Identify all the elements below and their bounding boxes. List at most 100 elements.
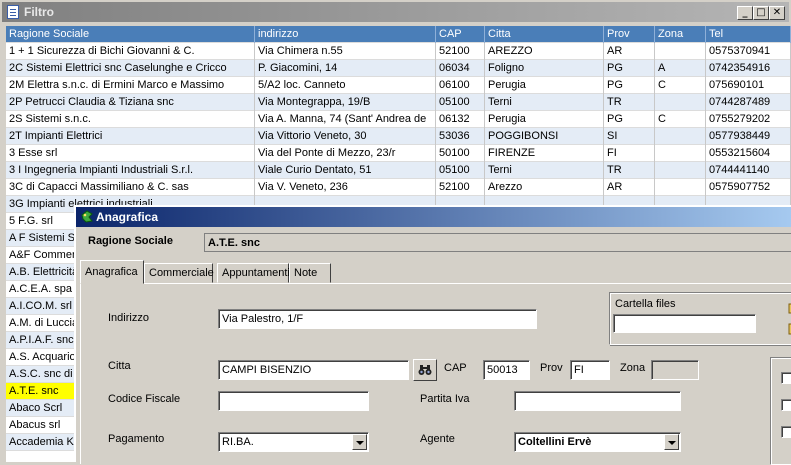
cell-prov: AR <box>604 179 655 196</box>
column-header-citta[interactable]: Citta <box>485 26 604 43</box>
codice-fiscale-label: Codice Fiscale <box>108 393 181 405</box>
ragione-sociale-field[interactable]: A.T.E. snc <box>204 233 791 252</box>
cell-zona: C <box>655 111 706 128</box>
cell-zona <box>655 94 706 111</box>
prov-field[interactable]: FI <box>570 360 610 380</box>
column-header-tel[interactable]: Tel <box>706 26 791 43</box>
cell-cap: 06034 <box>436 60 485 77</box>
folder-icon[interactable] <box>787 300 791 340</box>
cell-indirizzo: Via Montegrappa, 19/B <box>255 94 436 111</box>
cell-citta: AREZZO <box>485 43 604 60</box>
search-citta-button[interactable] <box>413 359 437 381</box>
agente-select[interactable]: Coltellini Ervè <box>514 432 681 452</box>
cell-ragione-sociale: 2M Elettra s.n.c. di Ermini Marco e Mass… <box>6 77 255 94</box>
table-row[interactable]: 2S Sistemi s.n.c. Via A. Manna, 74 (Sant'… <box>6 111 791 128</box>
cell-tel: 0575907752 <box>706 179 791 196</box>
citta-field[interactable]: CAMPI BISENZIO <box>218 360 409 380</box>
cell-citta: Perugia <box>485 111 604 128</box>
option-checkbox-1[interactable] <box>781 372 791 384</box>
option-checkbox-3[interactable] <box>781 426 791 438</box>
partita-iva-label: Partita Iva <box>420 393 470 405</box>
cell-indirizzo: Via A. Manna, 74 (Sant' Andrea de <box>255 111 436 128</box>
zona-field[interactable] <box>651 360 699 380</box>
tab-appuntamenti[interactable]: Appuntamenti <box>217 263 290 283</box>
maximize-button[interactable]: □ <box>753 6 769 20</box>
option-checkbox-2[interactable] <box>781 399 791 411</box>
chevron-down-icon[interactable] <box>352 434 367 450</box>
table-row[interactable]: 3 I Ingegneria Impianti Industriali S.r.… <box>6 162 791 179</box>
cap-label: CAP <box>444 362 467 374</box>
table-row[interactable]: 3 Esse srl Via del Ponte di Mezzo, 23/r 50… <box>6 145 791 162</box>
cell-indirizzo: Via Chimera n.55 <box>255 43 436 60</box>
minimize-button[interactable]: _ <box>737 6 753 20</box>
column-header-cap[interactable]: CAP <box>436 26 485 43</box>
cell-citta: Foligno <box>485 60 604 77</box>
cell-zona: A <box>655 60 706 77</box>
cell-indirizzo: Via Vittorio Veneto, 30 <box>255 128 436 145</box>
window-title: Anagrafica <box>96 210 159 224</box>
cell-ragione-sociale: 2C Sistemi Elettrici snc Caselunghe e Cr… <box>6 60 255 77</box>
cell-cap: 05100 <box>436 162 485 179</box>
partita-iva-field[interactable] <box>514 391 681 411</box>
cartella-files-group: Cartella files <box>609 292 791 345</box>
cap-field[interactable]: 50013 <box>483 360 530 380</box>
cell-citta: Terni <box>485 162 604 179</box>
codice-fiscale-field[interactable] <box>218 391 369 411</box>
cell-tel: 0744441140 <box>706 162 791 179</box>
cell-prov: PG <box>604 60 655 77</box>
cell-prov: TR <box>604 162 655 179</box>
column-header-indirizzo[interactable]: indirizzo <box>255 26 436 43</box>
table-row[interactable]: 2T Impianti Elettrici Via Vittorio Veneto… <box>6 128 791 145</box>
tab-anagrafica[interactable]: Anagrafica <box>80 260 144 284</box>
cell-tel: 0577938449 <box>706 128 791 145</box>
cell-indirizzo: P. Giacomini, 14 <box>255 60 436 77</box>
cell-ragione-sociale: 2P Petrucci Claudia & Tiziana snc <box>6 94 255 111</box>
cell-tel: 0575370941 <box>706 43 791 60</box>
cell-tel: 0744287489 <box>706 94 791 111</box>
tab-commerciale[interactable]: Commerciale <box>144 263 214 283</box>
filtro-title-bar[interactable]: Filtro _ □ ✕ <box>2 2 789 22</box>
cell-cap: 06100 <box>436 77 485 94</box>
table-row[interactable]: 2P Petrucci Claudia & Tiziana snc Via Mon… <box>6 94 791 111</box>
close-button[interactable]: ✕ <box>769 6 785 20</box>
cell-ragione-sociale: 1 + 1 Sicurezza di Bichi Giovanni & C. <box>6 43 255 60</box>
anagrafica-title-bar[interactable]: Anagrafica <box>76 207 791 227</box>
anagrafica-window: Anagrafica Ragione Sociale A.T.E. snc An… <box>74 205 791 465</box>
zona-label: Zona <box>620 362 646 374</box>
document-icon <box>7 5 19 19</box>
options-group <box>770 357 791 465</box>
table-row[interactable]: 2M Elettra s.n.c. di Ermini Marco e Mass… <box>6 77 791 94</box>
pagamento-value: RI.BA. <box>222 436 254 448</box>
agente-label: Agente <box>420 433 455 445</box>
cell-cap: 06132 <box>436 111 485 128</box>
pagamento-label: Pagamento <box>108 433 165 445</box>
column-header-zona[interactable]: Zona <box>655 26 706 43</box>
cell-cap: 50100 <box>436 145 485 162</box>
cell-citta: Terni <box>485 94 604 111</box>
cell-tel: 0553215604 <box>706 145 791 162</box>
indirizzo-field[interactable]: Via Palestro, 1/F <box>218 309 537 329</box>
cell-citta: Arezzo <box>485 179 604 196</box>
cell-tel: 075690101 <box>706 77 791 94</box>
table-row[interactable]: 3C di Capacci Massimiliano & C. sas Via V… <box>6 179 791 196</box>
cell-zona <box>655 43 706 60</box>
chevron-down-icon[interactable] <box>664 434 679 450</box>
cell-prov: PG <box>604 77 655 94</box>
pagamento-select[interactable]: RI.BA. <box>218 432 369 452</box>
cell-cap: 53036 <box>436 128 485 145</box>
column-header-prov[interactable]: Prov <box>604 26 655 43</box>
table-row[interactable]: 2C Sistemi Elettrici snc Caselunghe e Cr… <box>6 60 791 77</box>
table-row[interactable]: 1 + 1 Sicurezza di Bichi Giovanni & C. Vi… <box>6 43 791 60</box>
cell-citta: Perugia <box>485 77 604 94</box>
cell-cap: 52100 <box>436 43 485 60</box>
cell-ragione-sociale: 2S Sistemi s.n.c. <box>6 111 255 128</box>
tab-note[interactable]: Note <box>289 263 331 283</box>
cell-zona <box>655 179 706 196</box>
cell-citta: FIRENZE <box>485 145 604 162</box>
column-header-ragione-sociale[interactable]: Ragione Sociale <box>6 26 255 43</box>
cell-zona <box>655 145 706 162</box>
cell-prov: SI <box>604 128 655 145</box>
grid-header-row: Ragione Sociale indirizzo CAP Citta Prov Zona… <box>6 26 791 43</box>
cell-prov: TR <box>604 94 655 111</box>
cartella-files-field[interactable] <box>613 314 756 333</box>
